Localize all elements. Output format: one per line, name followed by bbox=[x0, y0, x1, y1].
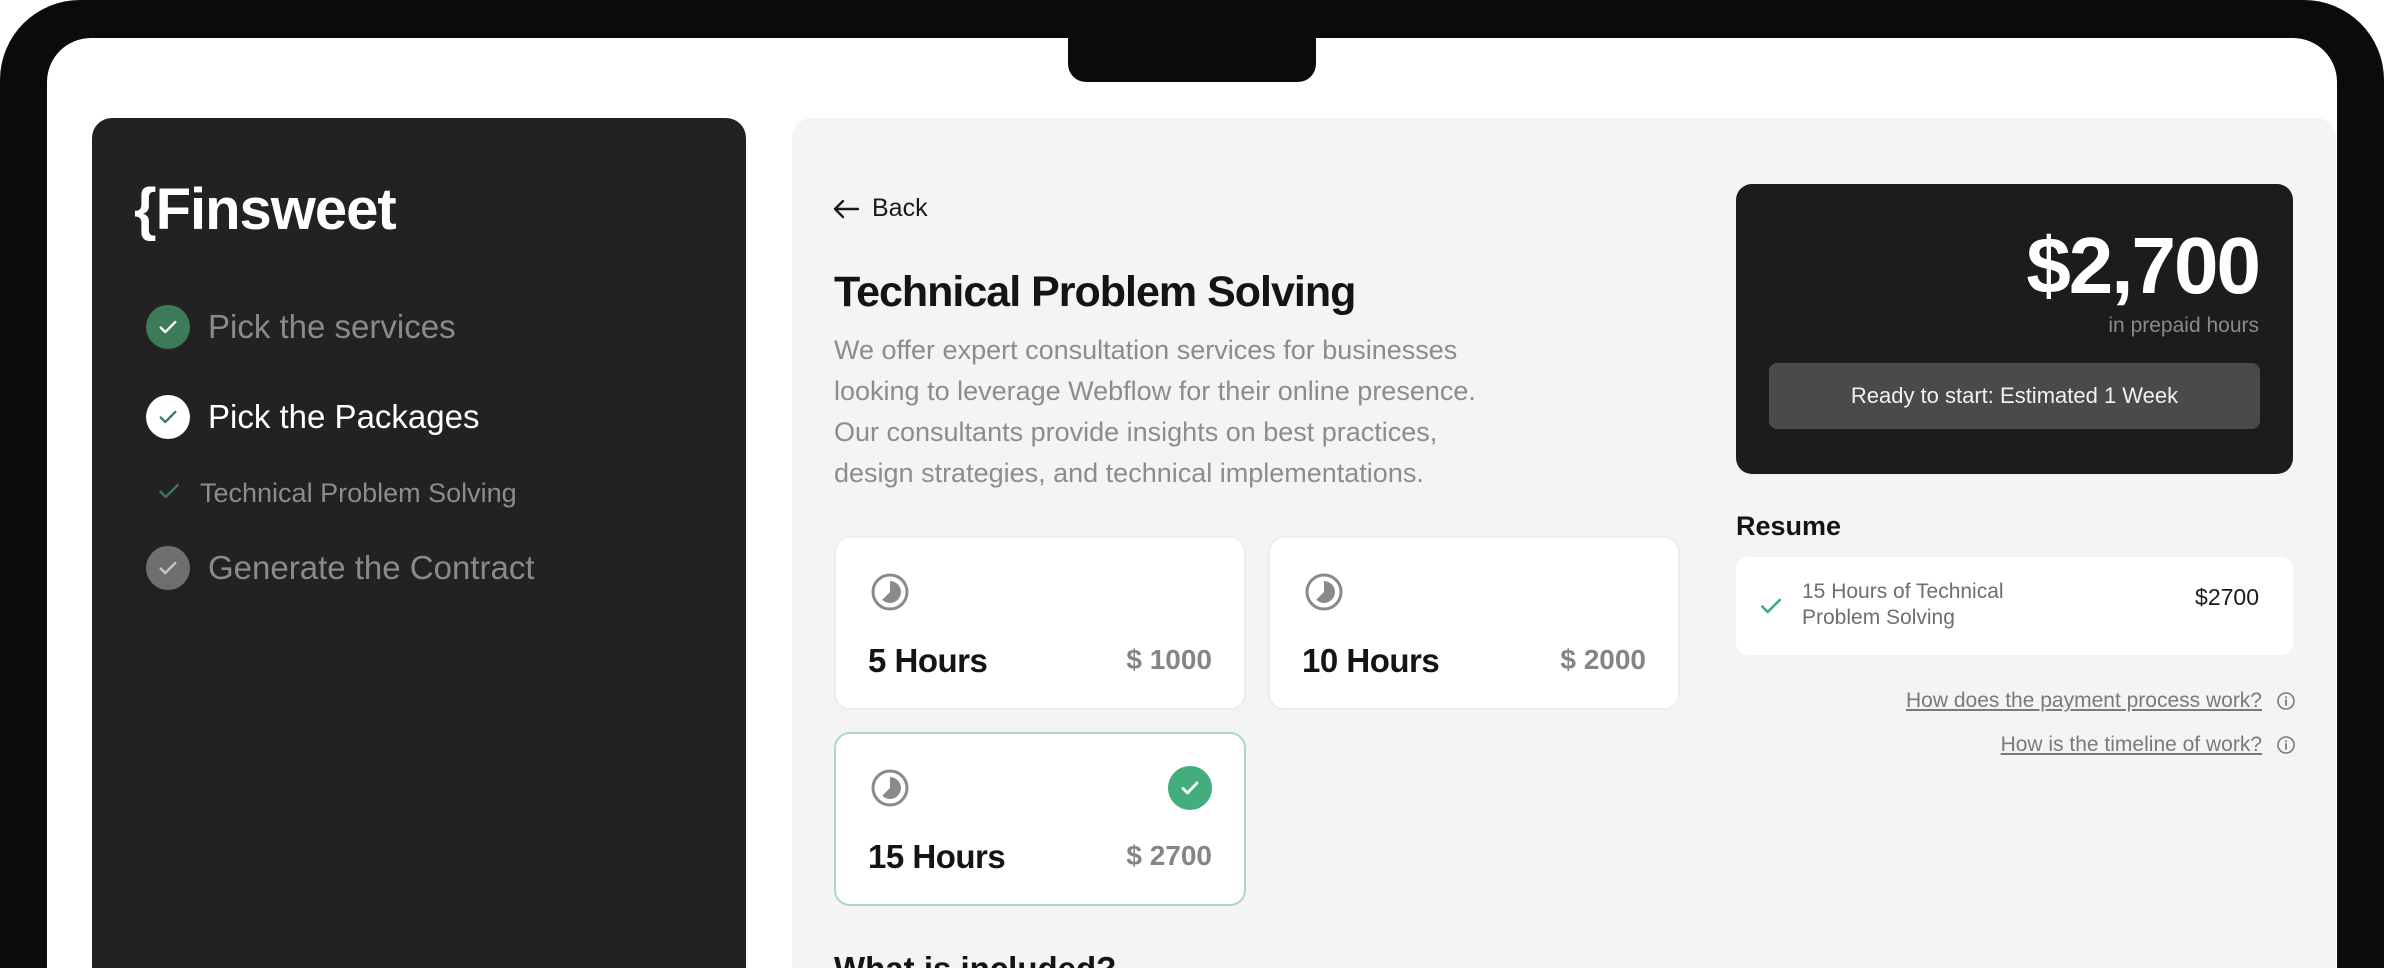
info-icon bbox=[2277, 692, 2295, 710]
clock-icon bbox=[870, 768, 910, 813]
package-price: $ 2700 bbox=[1126, 840, 1212, 871]
camera-notch bbox=[1068, 30, 1316, 82]
resume-card: 15 Hours of Technical Problem Solving $2… bbox=[1736, 557, 2293, 655]
clock-icon bbox=[1304, 572, 1344, 617]
step-generate-contract[interactable]: Generate the Contract bbox=[146, 546, 535, 590]
total-price: $2,700 bbox=[2026, 221, 2261, 310]
faq-link-timeline[interactable]: How is the timeline of work? bbox=[2001, 733, 2296, 757]
info-icon bbox=[2277, 736, 2295, 754]
back-label: Back bbox=[872, 194, 928, 222]
back-button[interactable]: Back bbox=[832, 194, 928, 223]
step-pick-packages[interactable]: Pick the Packages bbox=[146, 395, 479, 439]
total-caption: in prepaid hours bbox=[2108, 314, 2259, 337]
substep-label: Technical Problem Solving bbox=[200, 478, 517, 508]
package-card-5-hours[interactable]: 5 Hours $ 1000 bbox=[834, 536, 1246, 710]
package-card-15-hours[interactable]: 15 Hours $ 2700 bbox=[834, 732, 1246, 906]
step-label: Generate the Contract bbox=[208, 549, 535, 586]
arrow-left-icon bbox=[833, 199, 860, 218]
resume-title: Resume bbox=[1736, 511, 1842, 541]
package-card-10-hours[interactable]: 10 Hours $ 2000 bbox=[1268, 536, 1680, 710]
included-heading: What is included? bbox=[834, 950, 1116, 968]
package-price: $ 2000 bbox=[1560, 644, 1646, 675]
step-label: Pick the Packages bbox=[208, 398, 480, 435]
service-description: We offer expert consultation services fo… bbox=[834, 335, 1476, 488]
package-hours: 15 Hours bbox=[868, 838, 1006, 875]
check-icon bbox=[1758, 593, 1784, 624]
step-label: Pick the services bbox=[208, 308, 456, 345]
package-hours: 5 Hours bbox=[868, 642, 988, 679]
page-title: Technical Problem Solving bbox=[834, 268, 1356, 316]
brand-logo[interactable]: {Finsweet bbox=[134, 176, 397, 243]
check-icon bbox=[146, 305, 190, 349]
main-panel: Back Technical Problem Solving We offer … bbox=[792, 118, 2336, 968]
package-hours: 10 Hours bbox=[1302, 642, 1440, 679]
sidebar: {Finsweet Pick the services Pick the Pac… bbox=[92, 118, 746, 968]
faq-label: How is the timeline of work? bbox=[2000, 733, 2262, 756]
check-icon bbox=[146, 546, 190, 590]
resume-amount: $2700 bbox=[2195, 584, 2259, 610]
selected-check-icon bbox=[1168, 766, 1212, 810]
package-price: $ 1000 bbox=[1126, 644, 1212, 675]
ready-to-start-button[interactable]: Ready to start: Estimated 1 Week bbox=[1769, 363, 2260, 429]
check-icon bbox=[156, 478, 182, 509]
substep-technical-problem-solving[interactable]: Technical Problem Solving bbox=[156, 478, 517, 509]
check-icon bbox=[146, 395, 190, 439]
resume-item: 15 Hours of Technical Problem Solving bbox=[1802, 580, 2004, 629]
clock-icon bbox=[870, 572, 910, 617]
step-pick-services[interactable]: Pick the services bbox=[146, 305, 456, 349]
faq-label: How does the payment process work? bbox=[1905, 689, 2262, 712]
faq-link-payment[interactable]: How does the payment process work? bbox=[1906, 689, 2296, 713]
price-summary-card: $2,700 in prepaid hours Ready to start: … bbox=[1736, 184, 2293, 474]
